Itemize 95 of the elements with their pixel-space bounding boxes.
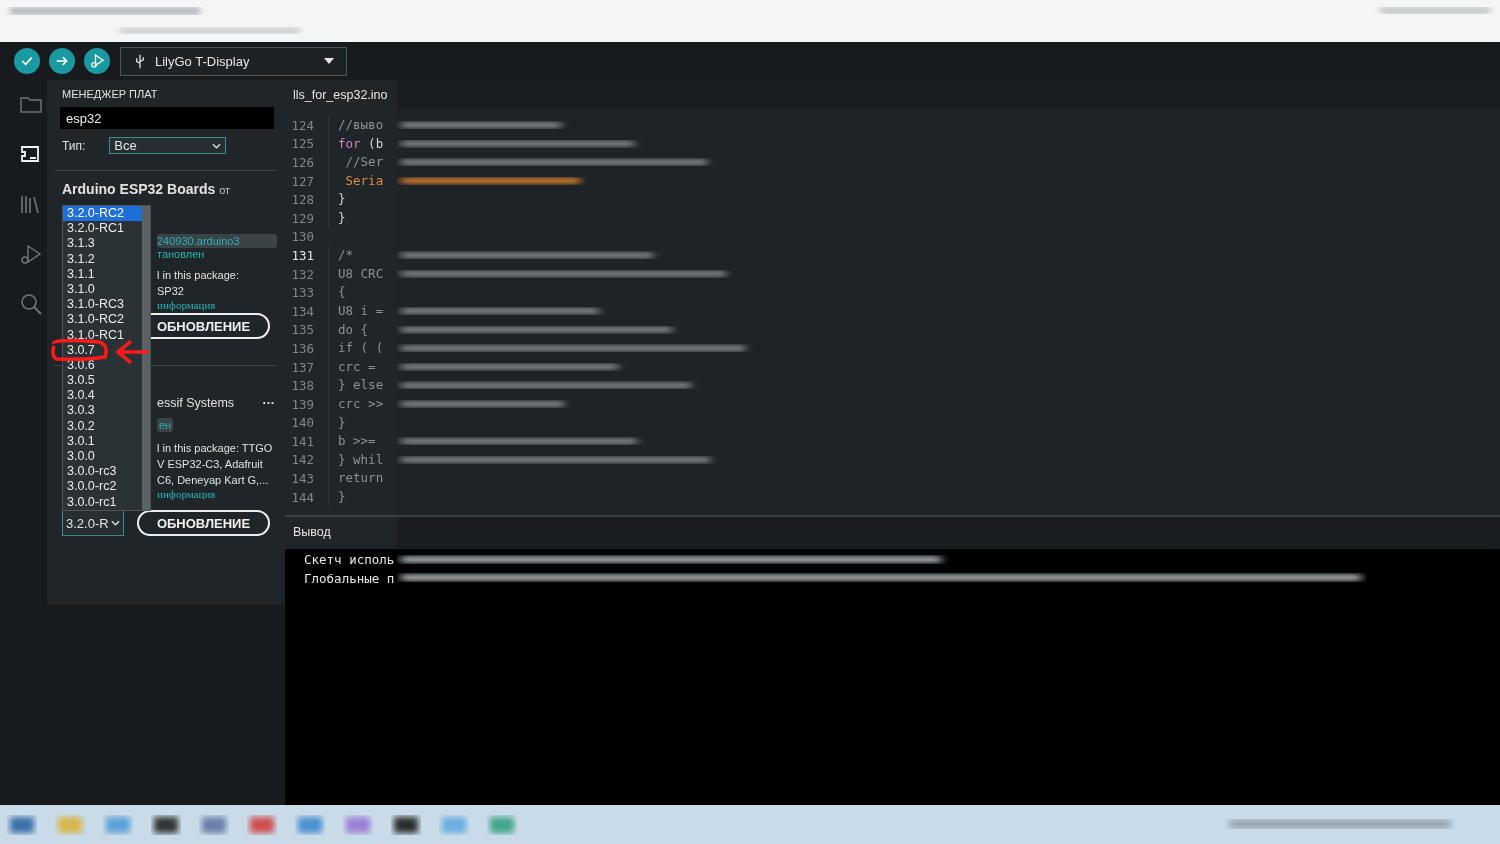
code-line: }: [328, 190, 346, 209]
line-number: 126: [290, 155, 314, 170]
version-option[interactable]: 3.0.1: [63, 433, 142, 449]
version-option[interactable]: 3.2.0-RC1: [63, 221, 142, 237]
caret-icon: [324, 58, 334, 64]
line-number: 143: [290, 471, 314, 487]
code-line: U8 i =: [328, 301, 384, 321]
upload-button[interactable]: [49, 48, 75, 74]
line-number: 130: [290, 229, 314, 245]
status-text: тановлен: [157, 248, 206, 260]
line-number: 131: [290, 247, 314, 263]
version-option[interactable]: 3.0.0-rc3: [63, 464, 142, 480]
line-number: 133: [290, 285, 314, 301]
line-number: 140: [290, 415, 314, 431]
version-option[interactable]: 3.0.0-rc2: [63, 479, 142, 495]
code-line: return: [328, 469, 384, 488]
chevron-icon: [111, 520, 120, 526]
line-number: 136: [290, 340, 314, 356]
code-line: b >>=: [328, 432, 376, 451]
board-selector[interactable]: LilyGo T-Display: [120, 46, 347, 76]
more-menu-button[interactable]: ···: [262, 396, 275, 410]
code-line: crc =: [328, 357, 376, 377]
code-line: }: [328, 208, 346, 228]
code-line: U8 CRC: [328, 264, 384, 284]
debug-button[interactable]: [84, 48, 110, 74]
author-text: от: [219, 184, 231, 196]
line-number: 124: [290, 117, 314, 133]
version-option[interactable]: 3.0.3: [63, 403, 142, 419]
status-tag: ен: [157, 418, 174, 432]
verify-button[interactable]: [14, 48, 40, 74]
version-option[interactable]: 3.1.0: [63, 281, 142, 298]
code-line: do {: [328, 320, 369, 340]
description-text: SP32: [157, 284, 185, 299]
version-option[interactable]: 3.0.0: [63, 449, 142, 465]
version-dropdown[interactable]: 3.2.0-R: [62, 510, 124, 536]
code-line: for (b: [328, 134, 384, 154]
debug-icon: [88, 52, 106, 70]
search-icon[interactable]: [18, 292, 43, 316]
version-option[interactable]: 3.1.1: [63, 266, 142, 282]
code-line: Seria: [328, 171, 384, 191]
panel-title: МЕНЕДЖЕР ПЛАТ: [61, 87, 159, 100]
line-number: 127: [290, 173, 314, 189]
line-number: 135: [290, 322, 314, 338]
version-option[interactable]: 3.0.0-rc1: [63, 494, 142, 510]
package-title: Arduino ESP32 Boards: [62, 181, 216, 197]
line-number: 137: [290, 359, 314, 375]
version-option[interactable]: 3.1.2: [63, 251, 142, 267]
description-text: l in this package:: [157, 268, 240, 283]
code-line: }: [328, 413, 346, 433]
line-number: 138: [290, 378, 314, 394]
console-line: Глобальные п: [304, 569, 396, 588]
more-info-link[interactable]: информация: [157, 299, 277, 311]
description-text: C6, Deneyap Kart G,...: [157, 473, 270, 488]
line-number: 129: [290, 210, 314, 226]
code-line: } whil: [328, 450, 384, 470]
type-label: Тип:: [62, 138, 86, 153]
console-line: Скетч исполь: [304, 551, 396, 569]
description-text: l in this package: TTGO: [157, 441, 274, 456]
update-button[interactable]: ОБНОВЛЕНИЕ: [137, 510, 270, 536]
code-line: crc >>: [328, 394, 384, 414]
file-tab[interactable]: lls_for_esp32.ino: [285, 80, 397, 110]
version-option[interactable]: 3.1.3: [63, 236, 142, 252]
line-number: 141: [290, 433, 314, 449]
code-line: {: [328, 283, 346, 302]
code-line: } else: [328, 376, 384, 395]
version-option[interactable]: 3.0.4: [63, 388, 142, 404]
more-info-link[interactable]: информация: [157, 488, 277, 500]
code-line: /*: [328, 246, 354, 265]
author-text: essif Systems: [157, 396, 235, 410]
line-number: 132: [290, 266, 314, 282]
output-title: Вывод: [285, 517, 397, 549]
code-line: }: [328, 487, 346, 507]
type-dropdown[interactable]: Все: [109, 137, 227, 154]
line-number: 142: [290, 452, 314, 468]
code-line: if ( (: [328, 339, 384, 358]
version-option[interactable]: 3.0.5: [63, 373, 142, 389]
code-line: //Ser: [328, 153, 384, 172]
line-number: 125: [290, 136, 314, 152]
description-text: V ESP32-C3, Adafruit: [157, 457, 264, 472]
line-number: 139: [290, 396, 314, 412]
version-option[interactable]: 3.0.7: [63, 342, 142, 358]
version-tag: 240930.arduino3: [157, 234, 277, 248]
version-option[interactable]: 3.0.2: [63, 418, 142, 434]
version-option[interactable]: 3.2.0-RC2: [63, 206, 142, 222]
code-line: //выво: [328, 116, 384, 135]
version-option[interactable]: 3.1.0-RC3: [63, 297, 142, 313]
line-number: 128: [290, 192, 314, 208]
chevron-icon: [212, 142, 222, 149]
usb-icon: [135, 53, 145, 69]
arrow-annotation: [114, 338, 150, 365]
search-field[interactable]: esp32: [60, 107, 274, 129]
line-number: 134: [290, 303, 314, 319]
scrollbar[interactable]: [142, 206, 150, 510]
line-number: 144: [290, 489, 314, 505]
debug-icon[interactable]: [18, 242, 43, 266]
